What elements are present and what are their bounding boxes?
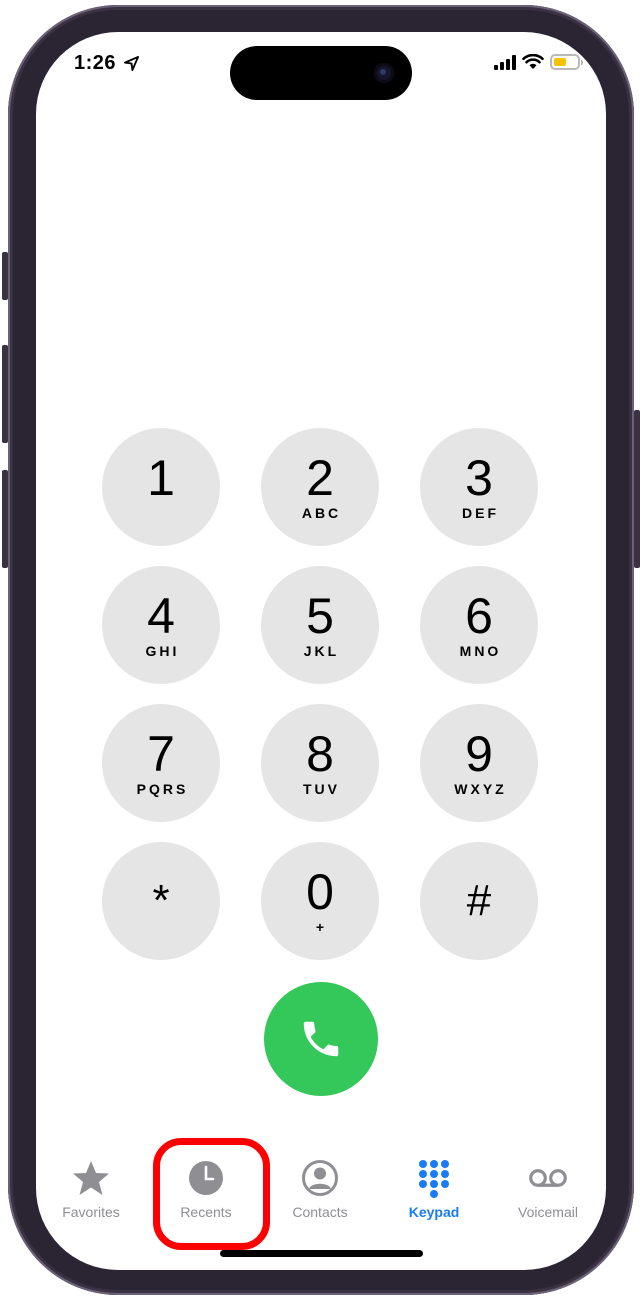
wifi-icon — [522, 54, 544, 69]
cellular-signal-icon — [494, 54, 516, 70]
home-indicator[interactable] — [220, 1250, 423, 1257]
dial-keypad: 1 2 ABC 3 DEF 4 GHI 5 JKL 6 MNO 7 PQRS 8 TUV 9 WXYZ * 0 + # — [102, 428, 540, 960]
key-3[interactable]: 3 DEF — [420, 428, 538, 546]
key-star[interactable]: * — [102, 842, 220, 960]
tab-bar: Favorites Recents Contacts Keypad Voicem… — [36, 1158, 606, 1228]
side-button — [634, 410, 640, 568]
volume-down-button — [2, 470, 8, 568]
key-letters: WXYZ — [454, 781, 507, 797]
key-7[interactable]: 7 PQRS — [102, 704, 220, 822]
key-letters — [160, 505, 163, 521]
phone-screen: 1:26 1 2 ABC 3 DEF 4 GHI 5 JKL 6 MNO 7 PQRS 8 TUV 9 WXYZ… — [36, 32, 606, 1270]
key-digit: 6 — [465, 588, 493, 644]
tab-label: Voicemail — [518, 1204, 578, 1220]
keypad-grid-icon — [419, 1160, 449, 1198]
key-digit: 9 — [465, 726, 493, 782]
key-digit: 8 — [306, 726, 334, 782]
key-digit: 7 — [147, 726, 175, 782]
key-1[interactable]: 1 — [102, 428, 220, 546]
clock-icon — [189, 1161, 223, 1195]
tab-label: Recents — [180, 1204, 232, 1220]
battery-level — [554, 58, 567, 66]
key-letters: GHI — [145, 643, 180, 659]
key-digit: 0 — [306, 864, 334, 920]
key-digit: * — [152, 876, 170, 925]
key-pound[interactable]: # — [420, 842, 538, 960]
front-camera — [374, 63, 394, 83]
key-letters: ABC — [301, 505, 342, 521]
tab-label: Favorites — [62, 1204, 120, 1220]
status-time: 1:26 — [74, 52, 117, 74]
key-letters: MNO — [459, 643, 502, 659]
battery-icon — [550, 54, 583, 70]
key-digit: 4 — [147, 588, 175, 644]
key-letters: JKL — [303, 643, 340, 659]
tab-voicemail[interactable]: Voicemail — [498, 1158, 598, 1220]
person-circle-icon — [302, 1160, 338, 1196]
key-letters: + — [315, 919, 328, 935]
tab-label: Keypad — [408, 1204, 460, 1220]
key-digit: 1 — [147, 450, 175, 506]
key-2[interactable]: 2 ABC — [261, 428, 379, 546]
key-6[interactable]: 6 MNO — [420, 566, 538, 684]
key-digit: 2 — [306, 450, 334, 506]
tab-keypad[interactable]: Keypad — [384, 1158, 484, 1220]
tab-recents[interactable]: Recents — [156, 1158, 256, 1220]
key-5[interactable]: 5 JKL — [261, 566, 379, 684]
key-0[interactable]: 0 + — [261, 842, 379, 960]
key-letters: TUV — [303, 781, 340, 797]
key-digit: # — [466, 876, 492, 925]
star-icon — [73, 1161, 109, 1195]
status-icons — [494, 54, 583, 70]
key-8[interactable]: 8 TUV — [261, 704, 379, 822]
key-digit: 5 — [306, 588, 334, 644]
key-9[interactable]: 9 WXYZ — [420, 704, 538, 822]
action-button — [2, 252, 8, 300]
tab-contacts[interactable]: Contacts — [270, 1158, 370, 1220]
call-button[interactable] — [264, 982, 378, 1096]
tab-label: Contacts — [292, 1204, 348, 1220]
location-arrow-icon — [124, 56, 139, 71]
volume-up-button — [2, 345, 8, 443]
phone-icon — [303, 1021, 339, 1057]
key-4[interactable]: 4 GHI — [102, 566, 220, 684]
dynamic-island — [230, 46, 412, 100]
key-digit: 3 — [465, 450, 493, 506]
key-letters: DEF — [462, 505, 499, 521]
tab-favorites[interactable]: Favorites — [41, 1158, 141, 1220]
key-letters: PQRS — [136, 781, 189, 797]
voicemail-icon — [529, 1169, 567, 1187]
